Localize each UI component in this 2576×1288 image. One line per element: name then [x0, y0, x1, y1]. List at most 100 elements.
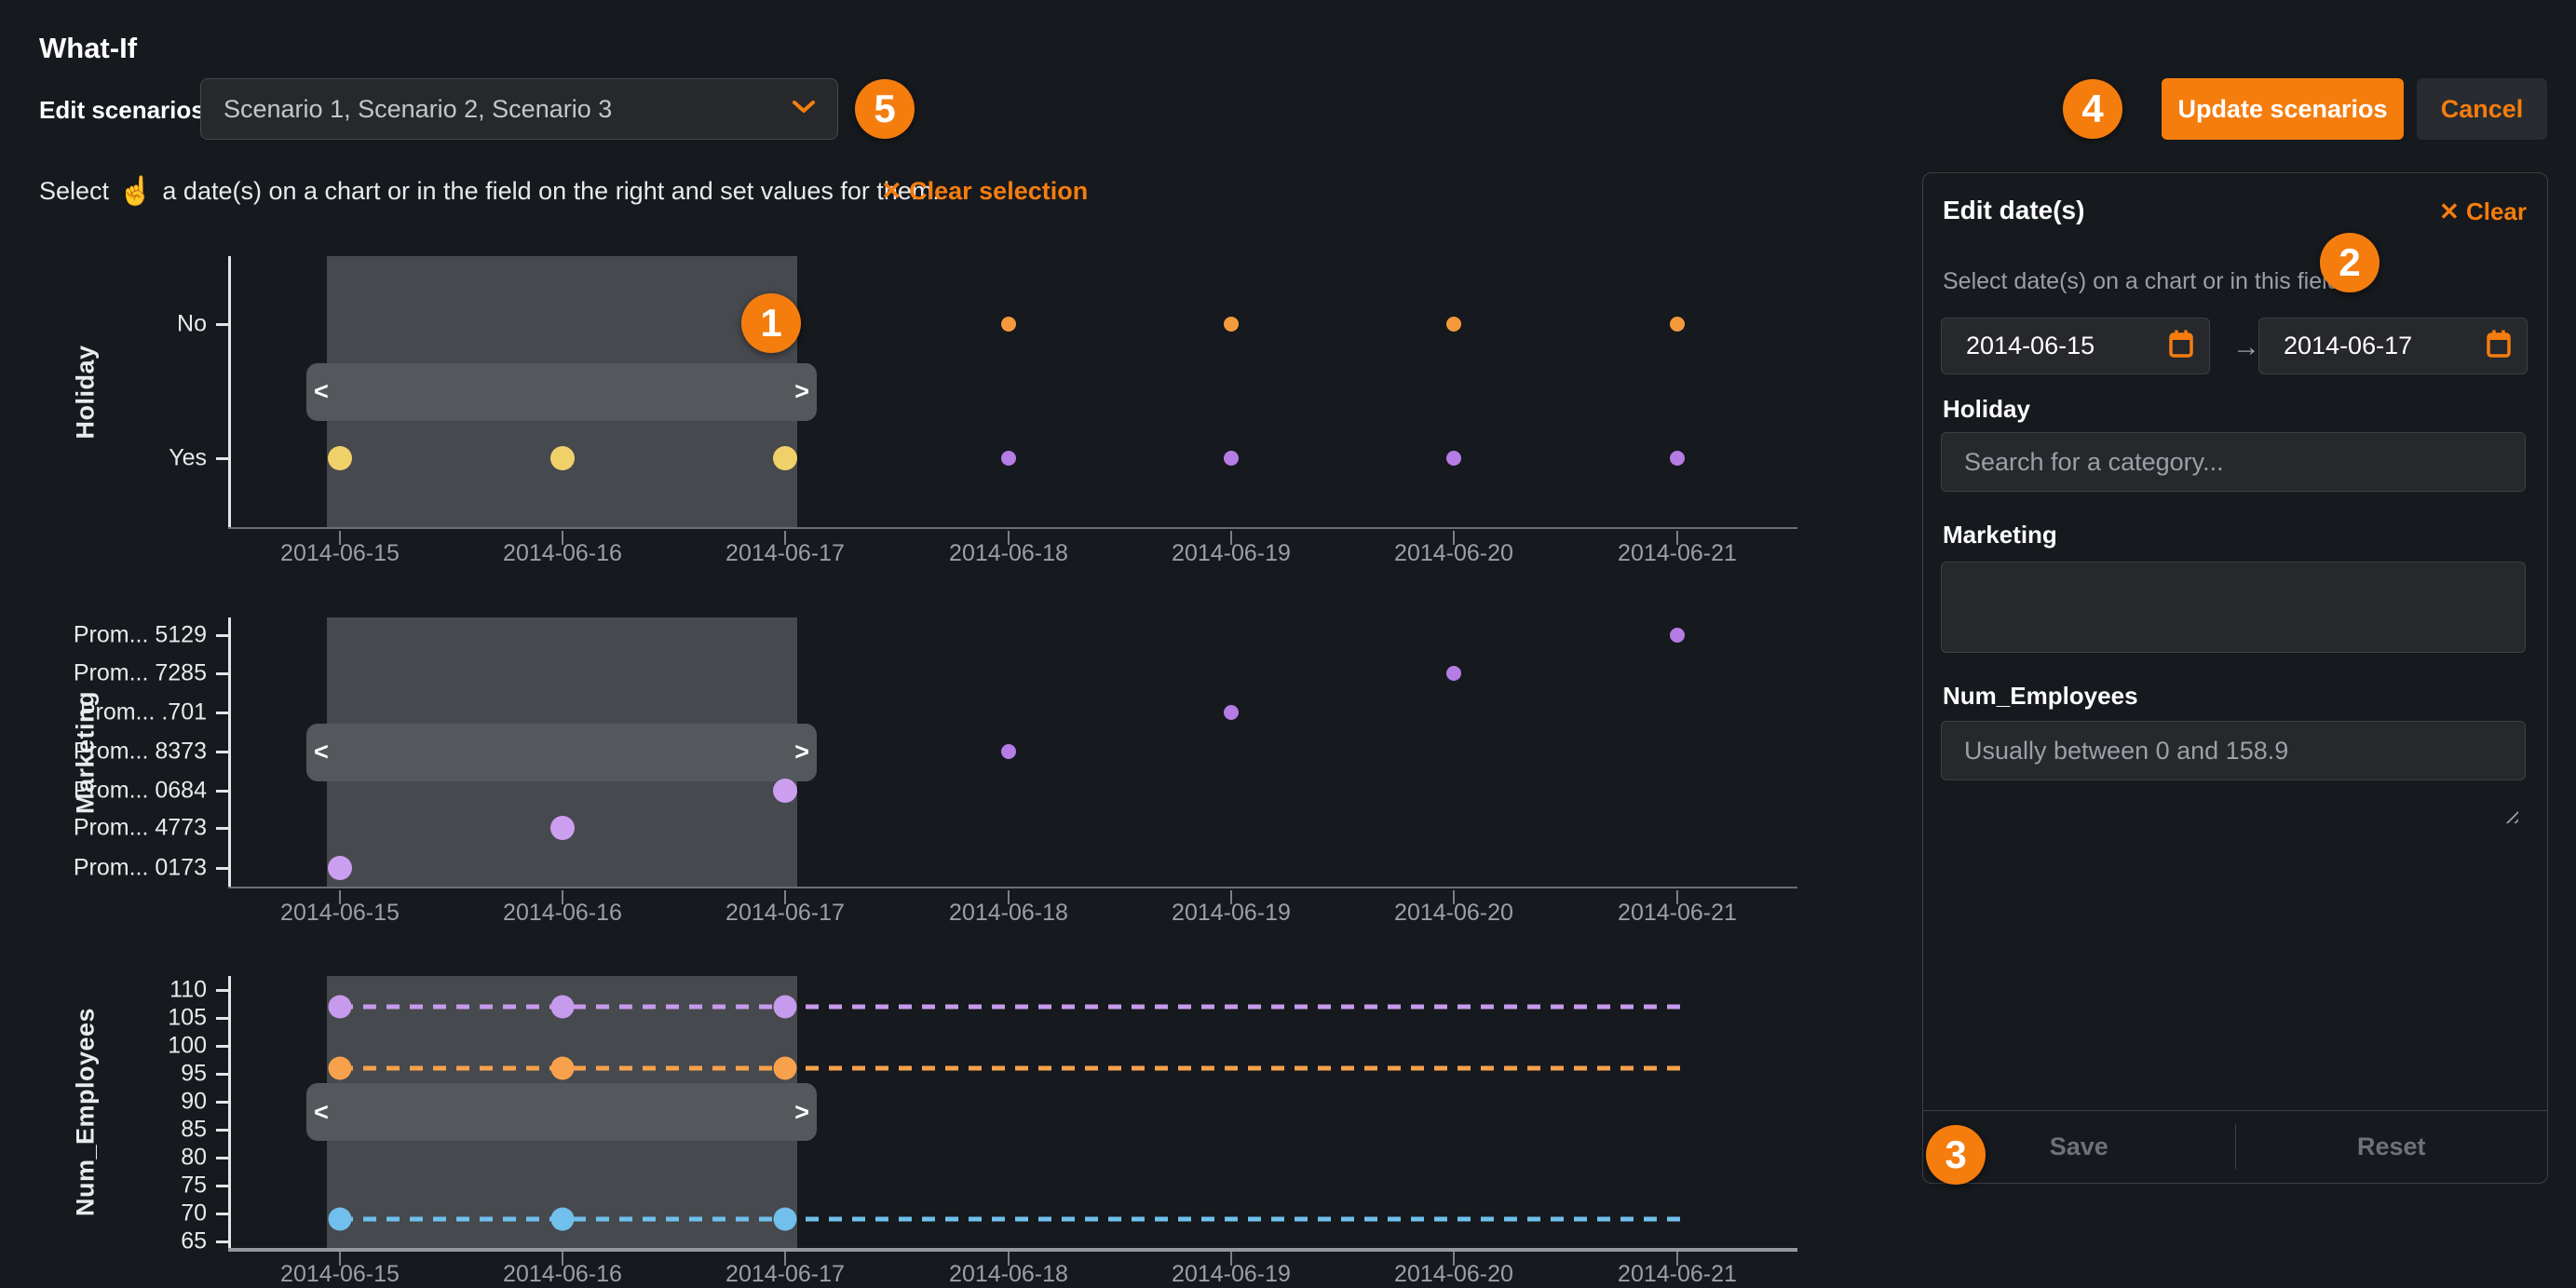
data-point-holiday-yes[interactable] [1670, 451, 1685, 466]
date-to-input[interactable]: 2014-06-17 [2258, 318, 2528, 374]
dashed-line-scenario-blue [340, 1217, 1682, 1222]
data-point-selected-holiday-yes[interactable] [328, 446, 352, 470]
data-point-holiday-yes[interactable] [1001, 451, 1016, 466]
x-tick-label-marketing: 2014-06-19 [1172, 900, 1291, 927]
y-tick-marketing [216, 634, 228, 637]
y-tick-label-num-employees: 85 [2, 1117, 207, 1144]
y-tick-label-marketing: Prom... .701 [2, 699, 207, 726]
num-employees-field-input[interactable] [1941, 721, 2526, 780]
date-from-input[interactable]: 2014-06-15 [1941, 318, 2210, 374]
x-tick-label-holiday: 2014-06-19 [1172, 540, 1291, 567]
x-axis-holiday [228, 527, 1797, 529]
chevron-left-icon[interactable]: < [314, 739, 329, 765]
x-tick-label-holiday: 2014-06-21 [1618, 540, 1737, 567]
y-tick-marketing [216, 751, 228, 753]
y-tick-label-num-employees: 105 [2, 1005, 207, 1032]
data-point-marketing[interactable] [1224, 705, 1239, 720]
data-point-holiday-no[interactable] [1001, 317, 1016, 332]
data-point-selected-marketing[interactable] [328, 856, 352, 880]
date-to-value: 2014-06-17 [2284, 332, 2486, 360]
selection-handle-num-employees[interactable]: <> [306, 1083, 817, 1141]
x-tick-label-holiday: 2014-06-17 [725, 540, 845, 567]
clear-selection-button[interactable]: ✕ Clear selection [881, 177, 1088, 206]
y-tick-num-employees [216, 1157, 228, 1159]
y-tick-label-num-employees: 70 [2, 1200, 207, 1227]
data-point-marketing[interactable] [1670, 628, 1685, 643]
data-point-scenario-purple[interactable] [329, 996, 352, 1019]
x-tick-label-num-employees: 2014-06-18 [949, 1261, 1068, 1288]
y-axis-num-employees [228, 976, 231, 1248]
x-tick-label-marketing: 2014-06-20 [1394, 900, 1513, 927]
reset-button[interactable]: Reset [2236, 1111, 2548, 1183]
data-point-marketing[interactable] [1446, 666, 1461, 681]
y-tick-num-employees [216, 1073, 228, 1076]
y-tick-label-num-employees: 80 [2, 1145, 207, 1172]
x-tick-label-num-employees: 2014-06-17 [725, 1261, 845, 1288]
y-tick-num-employees [216, 1129, 228, 1132]
y-tick-num-employees [216, 1045, 228, 1048]
panel-clear-button[interactable]: ✕ Clear [2439, 197, 2527, 226]
y-tick-marketing [216, 790, 228, 793]
y-tick-label-num-employees: 75 [2, 1173, 207, 1200]
data-point-selected-holiday-yes[interactable] [773, 446, 797, 470]
data-point-scenario-blue[interactable] [329, 1208, 352, 1231]
y-tick-num-employees [216, 1101, 228, 1104]
scenario-select[interactable]: Scenario 1, Scenario 2, Scenario 3 [200, 78, 838, 140]
x-tick-label-num-employees: 2014-06-20 [1394, 1261, 1513, 1288]
holiday-field-input[interactable] [1941, 432, 2526, 492]
panel-footer: Save Reset [1923, 1110, 2547, 1183]
y-tick-num-employees [216, 1185, 228, 1187]
chevron-right-icon[interactable]: > [794, 379, 809, 404]
x-tick-label-num-employees: 2014-06-21 [1618, 1261, 1737, 1288]
data-point-scenario-purple[interactable] [774, 996, 797, 1019]
holiday-field-label: Holiday [1943, 395, 2030, 424]
calendar-icon[interactable] [2168, 329, 2194, 363]
y-tick-label-num-employees: 95 [2, 1061, 207, 1088]
data-point-scenario-blue[interactable] [551, 1208, 575, 1231]
data-point-holiday-yes[interactable] [1446, 451, 1461, 466]
selection-handle-marketing[interactable]: <> [306, 724, 817, 781]
cancel-button[interactable]: Cancel [2417, 78, 2547, 140]
instruction-suffix: a date(s) on a chart or in the field on … [162, 177, 939, 206]
data-point-selected-holiday-yes[interactable] [550, 446, 575, 470]
chevron-left-icon[interactable]: < [314, 379, 329, 404]
data-point-holiday-no[interactable] [1670, 317, 1685, 332]
x-tick-label-num-employees: 2014-06-19 [1172, 1261, 1291, 1288]
data-point-holiday-no[interactable] [1446, 317, 1461, 332]
update-scenarios-button[interactable]: Update scenarios [2162, 78, 2404, 140]
data-point-scenario-orange[interactable] [551, 1057, 575, 1080]
data-point-holiday-yes[interactable] [1224, 451, 1239, 466]
dashed-line-scenario-purple [340, 1005, 1682, 1010]
calendar-icon[interactable] [2486, 329, 2512, 363]
y-tick-label-num-employees: 100 [2, 1033, 207, 1060]
data-point-scenario-orange[interactable] [329, 1057, 352, 1080]
data-point-scenario-purple[interactable] [551, 996, 575, 1019]
annotation-badge-5: 5 [855, 79, 915, 139]
data-point-selected-marketing[interactable] [773, 779, 797, 803]
data-point-holiday-no[interactable] [1224, 317, 1239, 332]
x-tick-label-num-employees: 2014-06-16 [503, 1261, 622, 1288]
resize-grip-icon[interactable] [2501, 807, 2518, 823]
scenario-select-value: Scenario 1, Scenario 2, Scenario 3 [224, 95, 793, 124]
chevron-right-icon[interactable]: > [794, 739, 809, 765]
selection-handle-holiday[interactable]: <> [306, 363, 817, 421]
x-axis-marketing [228, 887, 1797, 888]
x-tick-label-marketing: 2014-06-15 [280, 900, 400, 927]
marketing-field-textarea[interactable] [1941, 562, 2526, 653]
chevron-left-icon[interactable]: < [314, 1100, 329, 1125]
y-tick-label-marketing: Prom... 4773 [2, 815, 207, 842]
data-point-marketing[interactable] [1001, 744, 1016, 759]
x-tick-label-holiday: 2014-06-16 [503, 540, 622, 567]
y-tick-marketing [216, 712, 228, 714]
data-point-scenario-orange[interactable] [774, 1057, 797, 1080]
axis-title-holiday: Holiday [72, 345, 101, 439]
x-tick-label-marketing: 2014-06-21 [1618, 900, 1737, 927]
y-tick-label-marketing: Prom... 7285 [2, 660, 207, 687]
y-axis-marketing [228, 617, 231, 887]
y-tick-num-employees [216, 1213, 228, 1215]
chevron-right-icon[interactable]: > [794, 1100, 809, 1125]
y-tick-label-marketing: Prom... 0684 [2, 778, 207, 805]
data-point-selected-marketing[interactable] [550, 816, 575, 840]
data-point-scenario-blue[interactable] [774, 1208, 797, 1231]
date-from-value: 2014-06-15 [1966, 332, 2168, 360]
